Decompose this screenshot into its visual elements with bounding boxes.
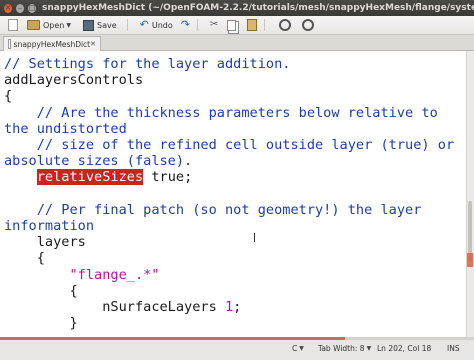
code-line[interactable]: addLayersControls (4, 72, 464, 88)
scrollbar-position-marker (467, 253, 473, 267)
toolbar-separator (264, 19, 266, 31)
code-text: ; (233, 299, 242, 316)
scrollbar-thumb[interactable] (468, 201, 472, 261)
code-text: layers (4, 234, 86, 251)
folder-icon (27, 20, 40, 30)
vertical-scrollbar[interactable] (466, 51, 474, 339)
code-line[interactable]: { (4, 250, 464, 266)
paste-icon[interactable] (247, 19, 258, 31)
code-comment: // Per final patch (so not geometry!) th… (4, 201, 422, 218)
code-line[interactable]: relativeSizes true; (4, 169, 464, 186)
chevron-down-icon: ▼ (299, 345, 304, 352)
code-comment: absolute sizes (false). (4, 153, 193, 170)
code-line[interactable]: } (4, 315, 464, 331)
toolbar-separator (196, 19, 198, 31)
undo-button[interactable]: ↶ Undo (132, 19, 173, 31)
cut-icon[interactable]: ✂ (210, 19, 218, 31)
code-line[interactable]: ​ (4, 186, 464, 202)
toolbar: Open ▼ Save ↶ Undo ↷ ✂ (0, 16, 474, 35)
open-dropdown-arrow-icon[interactable]: ▼ (66, 22, 71, 29)
cursor-position-label: Ln 202, Col 18 (377, 344, 432, 353)
language-selector[interactable]: C ▼ (292, 344, 304, 353)
code-line[interactable]: the undistorted (4, 121, 464, 137)
code-line[interactable]: "flange_.*" (4, 267, 464, 283)
code-text: { (4, 282, 78, 299)
language-label: C (292, 344, 298, 353)
code-line[interactable]: // Settings for the layer addition. (4, 56, 464, 72)
code-text: { (4, 250, 45, 267)
selected-text: relativeSizes (36, 169, 144, 186)
code-line[interactable]: layers (4, 234, 464, 250)
code-line[interactable]: information (4, 218, 464, 234)
copy-icon[interactable] (227, 19, 237, 31)
code-line[interactable]: absolute sizes (false). (4, 153, 464, 169)
insert-mode: INS (447, 344, 460, 353)
tab-label: snappyHexMeshDict (13, 39, 91, 49)
save-icon (83, 19, 94, 31)
window-titlebar[interactable]: ✕ – □ snappyHexMeshDict (~/OpenFOAM-2.2.… (0, 0, 474, 16)
code-text: addLayersControls (4, 72, 144, 89)
tab-width-label: Tab Width: 8 (318, 344, 365, 353)
search-replace-icon[interactable] (302, 19, 315, 31)
search-icon[interactable] (279, 19, 292, 31)
horizontal-scrollbar[interactable] (0, 337, 474, 340)
document-icon (8, 39, 11, 49)
maximize-window-icon[interactable]: □ (28, 3, 37, 13)
code-text: { (4, 88, 13, 105)
code-comment: // size of the refined cell outside laye… (4, 137, 455, 154)
undo-label: Undo (151, 20, 173, 30)
toolbar-separator (126, 19, 128, 31)
redo-icon[interactable]: ↷ (181, 19, 190, 31)
code-line[interactable]: nSurfaceLayers 1; (4, 299, 464, 315)
save-label: Save (97, 20, 117, 30)
code-text: true; (143, 169, 193, 186)
cursor-position: Ln 202, Col 18 (377, 344, 431, 353)
code-literal: 1 (224, 299, 234, 316)
close-tab-icon[interactable]: ✕ (90, 40, 96, 48)
save-button[interactable]: Save (77, 19, 117, 31)
tab-snappyhexmeshdict[interactable]: snappyHexMeshDict ✕ (3, 36, 101, 51)
code-comment: // Are the thickness parameters below re… (4, 104, 438, 121)
code-line[interactable]: { (4, 283, 464, 299)
minimize-window-icon[interactable]: – (16, 3, 25, 13)
mouse-ibeam-cursor-icon (254, 233, 255, 242)
tab-width-selector[interactable]: Tab Width: 8 ▼ (318, 344, 371, 353)
code-literal: "flange_.*" (69, 266, 160, 283)
code-view[interactable]: // Settings for the layer addition. addLa… (4, 56, 464, 331)
window-title: snappyHexMeshDict (~/OpenFOAM-2.2.2/tuto… (42, 3, 474, 13)
insert-mode-label: INS (447, 344, 460, 353)
open-label: Open (43, 20, 65, 30)
code-line[interactable]: // size of the refined cell outside laye… (4, 137, 464, 153)
code-text: } (4, 315, 78, 332)
new-document-icon[interactable] (8, 19, 18, 31)
horizontal-scrollbar-thumb[interactable] (0, 337, 345, 340)
undo-icon: ↶ (139, 18, 149, 31)
text-editor[interactable]: // Settings for the layer addition. addLa… (0, 51, 466, 339)
code-comment: information (4, 218, 95, 235)
code-comment: // Settings for the layer addition. (4, 56, 291, 72)
document-tabs: snappyHexMeshDict ✕ (0, 35, 474, 51)
close-window-icon[interactable]: ✕ (4, 3, 13, 13)
code-comment: the undistorted (4, 120, 127, 137)
open-button[interactable]: Open ▼ (21, 20, 71, 30)
code-text: nSurfaceLayers (4, 299, 225, 316)
code-line[interactable]: // Per final patch (so not geometry!) th… (4, 202, 464, 218)
statusbar: C ▼ Tab Width: 8 ▼ Ln 202, Col 18 INS (0, 337, 474, 360)
code-line[interactable]: { (4, 88, 464, 104)
chevron-down-icon: ▼ (366, 345, 372, 352)
code-line[interactable]: // Are the thickness parameters below re… (4, 105, 464, 121)
